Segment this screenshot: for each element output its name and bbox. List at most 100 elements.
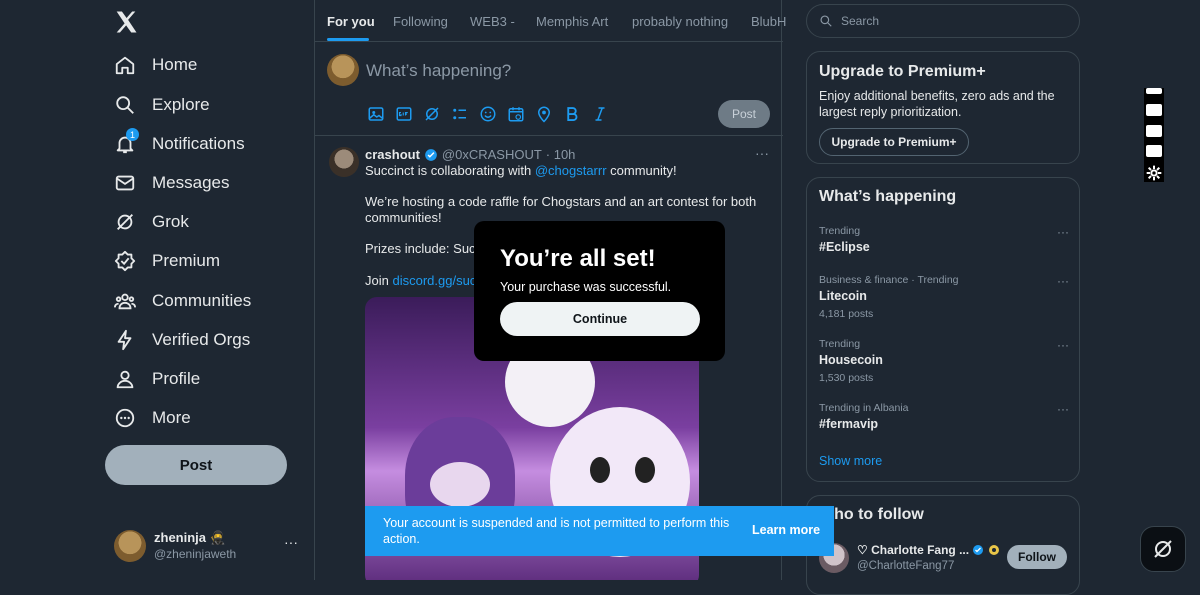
avatar: [114, 530, 146, 562]
tab-following[interactable]: Following: [393, 14, 448, 29]
grok-floating-button[interactable]: [1140, 526, 1186, 572]
trend-name: Housecoin: [819, 353, 883, 367]
more-options-icon[interactable]: ···: [1057, 402, 1069, 416]
who-to-follow-card: Who to follow ♡ Charlotte Fang ... @Char…: [806, 495, 1080, 595]
nav-label: Verified Orgs: [152, 330, 251, 349]
trend-category: Trending: [819, 225, 861, 237]
trend-item[interactable]: Business & finance · Trending Litecoin 4…: [819, 274, 1069, 320]
lightning-icon: [117, 329, 132, 351]
compose-post-button[interactable]: Post: [718, 100, 770, 128]
bold-icon[interactable]: [563, 105, 581, 123]
italic-icon[interactable]: [591, 105, 609, 123]
home-icon: [115, 56, 135, 75]
compose-input[interactable]: What’s happening?: [366, 61, 511, 81]
nav-communities[interactable]: Communities: [114, 286, 251, 316]
more-options-icon[interactable]: ···: [1057, 225, 1069, 239]
schedule-icon[interactable]: [507, 105, 525, 123]
trend-category: Business & finance · Trending: [819, 274, 959, 286]
nav-label: Profile: [152, 369, 201, 388]
follow-button[interactable]: Follow: [1007, 545, 1067, 569]
nav-grok[interactable]: Grok: [114, 207, 189, 237]
nav-home[interactable]: Home: [114, 50, 197, 80]
nav-premium[interactable]: Premium: [114, 246, 220, 276]
whats-happening-card: What’s happening Trending #Eclipse ··· B…: [806, 177, 1080, 482]
trend-item[interactable]: Trending in Albania #fermavip ···: [819, 402, 1069, 431]
composer-toolbar: [367, 105, 609, 123]
purchase-success-modal: You’re all set! Your purchase was succes…: [474, 221, 725, 361]
tweet-more-icon[interactable]: ···: [755, 145, 769, 161]
tweet-handle[interactable]: @0xCRASHOUT: [442, 147, 542, 162]
nav-explore[interactable]: Explore: [114, 90, 210, 120]
follow-suggestion[interactable]: ♡ Charlotte Fang ... @CharlotteFang77 Fo…: [819, 541, 1069, 577]
more-options-icon[interactable]: ···: [1057, 338, 1069, 352]
composer: What’s happening? Post: [315, 42, 783, 136]
emoji-icon[interactable]: [479, 105, 497, 123]
poll-icon[interactable]: [451, 105, 469, 123]
nav-messages[interactable]: Messages: [114, 168, 229, 198]
trend-item[interactable]: Trending #Eclipse ···: [819, 225, 1069, 254]
tweet-link[interactable]: discord.gg/succ: [392, 273, 482, 288]
suggestion-name: ♡ Charlotte Fang ...: [857, 543, 1000, 557]
trend-item[interactable]: Trending Housecoin 1,530 posts ···: [819, 338, 1069, 384]
more-options-icon[interactable]: ···: [1057, 274, 1069, 288]
search-icon: [820, 15, 832, 27]
toast-message: Your account is suspended and is not per…: [383, 516, 730, 546]
search-input[interactable]: Search: [806, 4, 1080, 38]
show-more-link[interactable]: Show more: [819, 454, 882, 468]
gif-icon[interactable]: [395, 105, 413, 123]
trend-name: Litecoin: [819, 289, 867, 303]
nav-verified-orgs[interactable]: Verified Orgs: [114, 325, 250, 355]
mail-icon: [115, 175, 135, 191]
gear-icon[interactable]: [1146, 165, 1162, 181]
left-sidebar: Home Explore 1 Notifications Messages Gr…: [0, 0, 314, 580]
premium-card: Upgrade to Premium+ Enjoy additional ben…: [806, 51, 1080, 164]
grok-icon[interactable]: [423, 105, 441, 123]
tab-probably-nothing[interactable]: probably nothing: [632, 14, 728, 29]
x-logo-icon[interactable]: [112, 8, 140, 36]
learn-more-link[interactable]: Learn more: [752, 523, 820, 537]
premium-icon: [114, 250, 136, 272]
trend-category: Trending: [819, 338, 861, 350]
modal-subtitle: Your purchase was successful.: [500, 280, 672, 294]
active-tab-indicator: [327, 38, 369, 41]
verified-badge-icon: [973, 545, 984, 555]
notification-badge: 1: [126, 128, 139, 141]
trend-posts: 1,530 posts: [819, 372, 874, 384]
upgrade-premium-button[interactable]: Upgrade to Premium+: [819, 128, 969, 156]
tweet-time[interactable]: · 10h: [546, 147, 576, 162]
camera-icon[interactable]: [1146, 104, 1162, 116]
tweet-author[interactable]: crashout: [365, 147, 420, 162]
nav-label: Communities: [152, 291, 252, 310]
nav-more[interactable]: More: [114, 403, 191, 433]
suspension-toast: Your account is suspended and is not per…: [365, 506, 834, 556]
avatar[interactable]: [329, 147, 359, 177]
trend-posts: 4,181 posts: [819, 308, 874, 320]
nav-profile[interactable]: Profile: [114, 364, 200, 394]
tab-web3[interactable]: WEB3 -: [470, 14, 515, 29]
tweet-text: community!: [610, 163, 677, 178]
location-icon[interactable]: [535, 105, 553, 123]
premium-title: Upgrade to Premium+: [819, 63, 986, 80]
toolbar-handle-icon[interactable]: [1146, 88, 1162, 94]
account-switcher[interactable]: zheninja 🥷 @zheninjaweth ···: [114, 528, 304, 564]
continue-button[interactable]: Continue: [500, 302, 700, 336]
video-icon[interactable]: [1146, 125, 1162, 137]
more-options-icon[interactable]: ···: [284, 534, 298, 550]
nav-label: More: [152, 408, 191, 427]
image-icon[interactable]: [367, 105, 385, 123]
verified-badge-icon: [425, 148, 437, 161]
tweet-text: Join: [365, 273, 389, 288]
tweet-mention[interactable]: @chogstarrr: [535, 163, 607, 178]
window-icon[interactable]: [1146, 145, 1162, 157]
nav-notifications[interactable]: 1 Notifications: [114, 128, 245, 159]
who-to-follow-title: Who to follow: [819, 506, 924, 523]
affiliate-badge-icon: [988, 545, 999, 555]
post-button[interactable]: Post: [105, 445, 287, 485]
nav-label: Messages: [152, 173, 230, 192]
trend-category: Trending in Albania: [819, 402, 909, 414]
nav-label: Premium: [152, 251, 221, 270]
search-placeholder: Search: [841, 14, 880, 28]
tab-memphis-art[interactable]: Memphis Art: [536, 14, 608, 29]
tab-for-you[interactable]: For you: [327, 14, 375, 29]
account-handle: @zheninjaweth: [154, 547, 237, 561]
